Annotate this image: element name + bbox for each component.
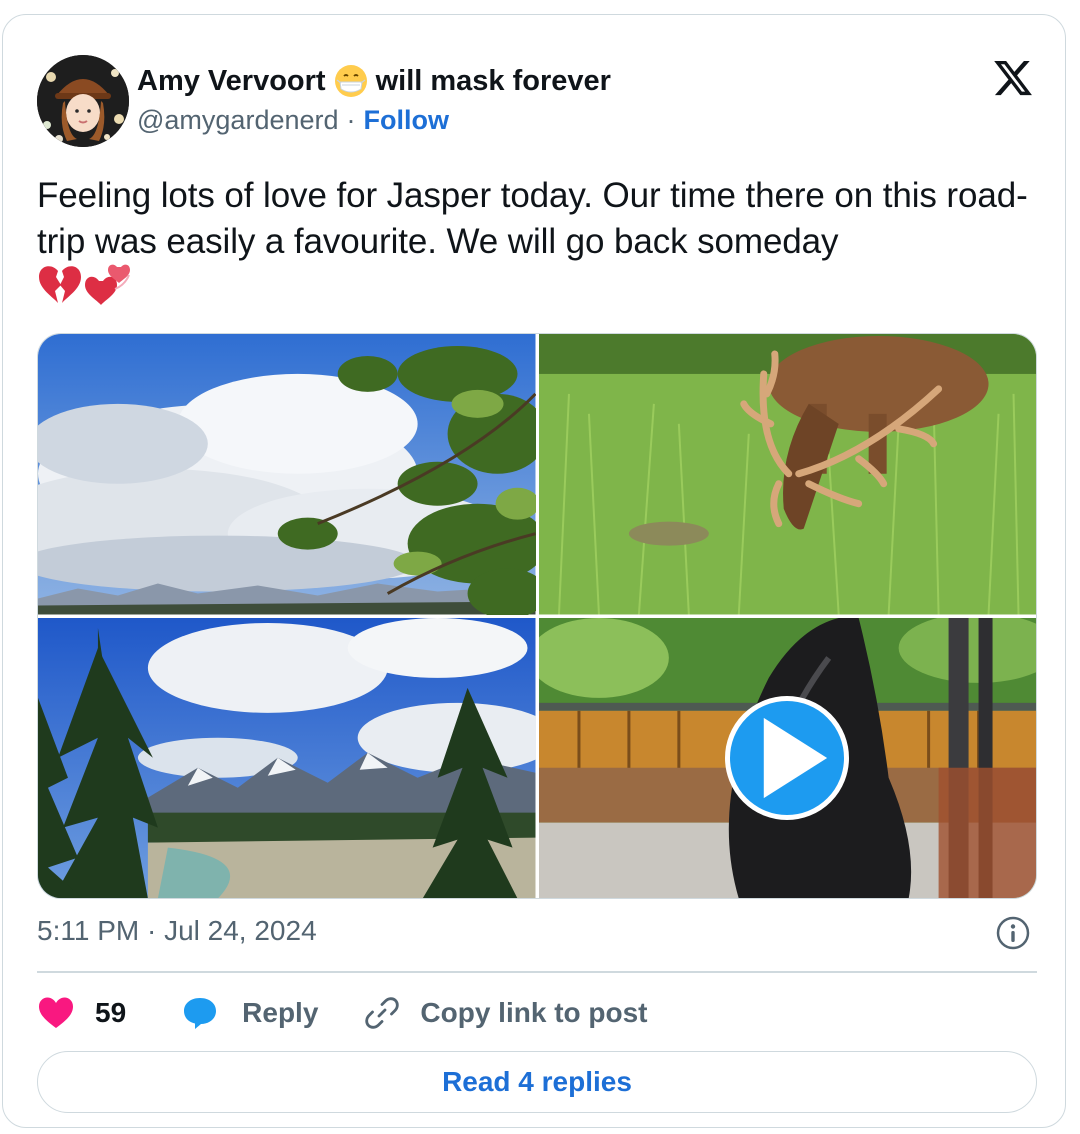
avatar-illustration xyxy=(37,55,129,147)
actions-row: 59 Reply Copy link to post xyxy=(37,991,648,1035)
reply-button[interactable]: Reply xyxy=(182,996,364,1030)
post-timestamp[interactable]: 5:11 PM · Jul 24, 2024 xyxy=(37,915,317,947)
like-count: 59 xyxy=(95,997,127,1028)
post-text: Feeling lots of love for Jasper today. O… xyxy=(37,176,1028,261)
handle-separator: · xyxy=(346,105,356,135)
like-button[interactable]: 59 xyxy=(37,996,182,1030)
broken-heart-icon xyxy=(39,266,81,303)
reply-bubble-icon xyxy=(184,998,217,1029)
photo-clouds-image xyxy=(38,334,536,615)
avatar[interactable] xyxy=(37,55,129,147)
photo-clouds[interactable] xyxy=(38,334,536,615)
photo-elk[interactable] xyxy=(538,334,1036,615)
read-replies-button[interactable]: Read 4 replies xyxy=(37,1051,1037,1113)
author-name-row: Amy Vervoort will mask forever xyxy=(137,61,611,101)
info-icon[interactable] xyxy=(996,916,1030,950)
photo-mountain-valley[interactable] xyxy=(38,617,536,898)
video-bridge[interactable] xyxy=(538,617,1036,898)
post-emoji-row xyxy=(37,263,133,307)
play-video-button[interactable] xyxy=(725,695,850,820)
author-name-suffix[interactable]: will mask forever xyxy=(376,65,611,98)
play-icon xyxy=(764,717,828,798)
author-handle[interactable]: @amygardenerd xyxy=(137,105,339,136)
author-name[interactable]: Amy Vervoort xyxy=(137,65,326,98)
face-with-medical-mask-icon xyxy=(334,65,367,97)
two-hearts-icon xyxy=(85,264,130,305)
link-icon xyxy=(365,997,400,1029)
media-grid xyxy=(37,333,1037,899)
follow-button[interactable]: Follow xyxy=(364,105,449,136)
embedded-post-card: Amy Vervoort will mask forever @amygarde… xyxy=(2,14,1066,1128)
heart-icon xyxy=(39,997,73,1028)
copy-link-label: Copy link to post xyxy=(420,997,648,1028)
copy-link-button[interactable]: Copy link to post xyxy=(364,995,648,1031)
photo-elk-image xyxy=(538,334,1036,615)
photo-mountain-valley-image xyxy=(38,617,536,898)
x-logo-icon[interactable] xyxy=(991,57,1035,99)
author-handle-row: @amygardenerd · Follow xyxy=(137,105,449,136)
divider xyxy=(37,971,1037,973)
reply-label: Reply xyxy=(242,997,319,1028)
